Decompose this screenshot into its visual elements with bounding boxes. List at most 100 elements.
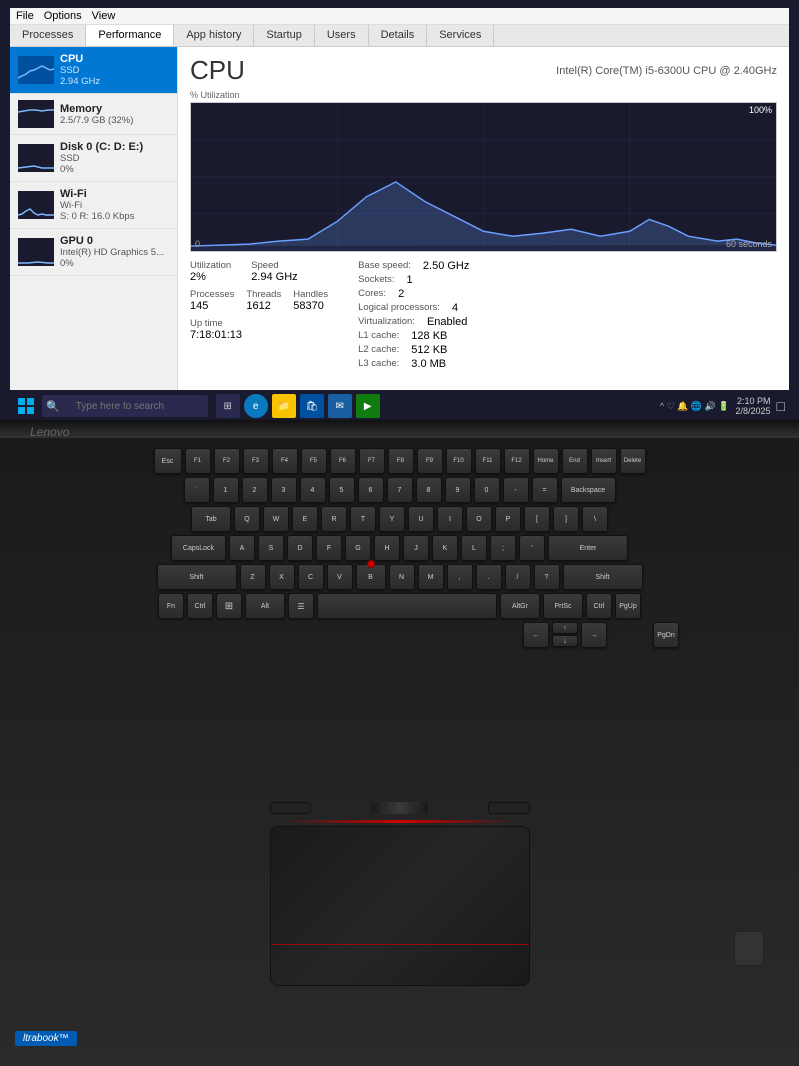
key-compose[interactable]: ☰ [288,593,314,619]
key-period[interactable]: . [476,564,502,590]
key-enter[interactable]: Enter [548,535,628,561]
menu-view[interactable]: View [92,10,116,22]
key-capslock[interactable]: CapsLock [171,535,226,561]
key-fn7[interactable]: F7 [359,448,385,474]
touchpad[interactable] [270,826,530,986]
explorer-icon[interactable]: 📁 [272,394,296,418]
key-esc[interactable]: Esc [154,448,182,474]
key-equals[interactable]: = [532,477,558,503]
key-alt-left[interactable]: Alt [245,593,285,619]
key-fn1[interactable]: F1 [185,448,211,474]
key-fn[interactable]: Fn [158,593,184,619]
key-pgdn[interactable]: PgDn [653,622,679,648]
search-input[interactable] [68,395,208,417]
key-rbracket[interactable]: ] [553,506,579,532]
key-5[interactable]: 5 [329,477,355,503]
key-0[interactable]: 0 [474,477,500,503]
tab-startup[interactable]: Startup [254,25,314,46]
key-a[interactable]: A [229,535,255,561]
key-7[interactable]: 7 [387,477,413,503]
key-delete[interactable]: Delete [620,448,646,474]
key-i[interactable]: I [437,506,463,532]
key-b-with-trackpoint[interactable]: B [356,564,386,590]
key-g[interactable]: G [345,535,371,561]
key-v[interactable]: V [327,564,353,590]
key-fn10[interactable]: F10 [446,448,472,474]
sidebar-item-disk[interactable]: Disk 0 (C: D: E:) SSD 0% [10,135,177,182]
key-o[interactable]: O [466,506,492,532]
key-fn12[interactable]: F12 [504,448,530,474]
search-bar[interactable]: 🔍 [42,395,208,417]
key-ctrl-left[interactable]: Ctrl [187,593,213,619]
key-fn8[interactable]: F8 [388,448,414,474]
key-9[interactable]: 9 [445,477,471,503]
key-s[interactable]: S [258,535,284,561]
key-1[interactable]: 1 [213,477,239,503]
key-y[interactable]: Y [379,506,405,532]
key-f[interactable]: F [316,535,342,561]
key-c[interactable]: C [298,564,324,590]
key-6[interactable]: 6 [358,477,384,503]
key-backtick[interactable]: ` [184,477,210,503]
key-e[interactable]: E [292,506,318,532]
store-icon[interactable]: 🛍 [300,394,324,418]
key-arrow-up[interactable]: ↑ [552,622,578,634]
key-win[interactable]: ⊞ [216,593,242,619]
key-ctrl-right[interactable]: Ctrl [586,593,612,619]
key-home[interactable]: Home [533,448,559,474]
key-space[interactable] [317,593,497,619]
menu-file[interactable]: File [16,10,34,22]
key-fn4[interactable]: F4 [272,448,298,474]
tab-processes[interactable]: Processes [10,25,86,46]
key-u[interactable]: U [408,506,434,532]
touchpad-left-button[interactable] [270,802,311,814]
key-j[interactable]: J [403,535,429,561]
key-fn2[interactable]: F2 [214,448,240,474]
key-fn5[interactable]: F5 [301,448,327,474]
touchpad-right-button[interactable] [488,802,529,814]
key-w[interactable]: W [263,506,289,532]
sidebar-item-wifi[interactable]: Wi-Fi Wi-Fi S: 0 R: 16.0 Kbps [10,182,177,229]
key-insert[interactable]: Insert [591,448,617,474]
key-l[interactable]: L [461,535,487,561]
key-backslash[interactable]: \ [582,506,608,532]
tab-services[interactable]: Services [427,25,494,46]
key-quote[interactable]: ' [519,535,545,561]
sidebar-item-gpu[interactable]: GPU 0 Intel(R) HD Graphics 5... 0% [10,229,177,276]
key-4[interactable]: 4 [300,477,326,503]
edge-icon[interactable]: e [244,394,268,418]
menu-options[interactable]: Options [44,10,82,22]
key-comma[interactable]: , [447,564,473,590]
key-altgr[interactable]: AltGr [500,593,540,619]
key-arrow-right[interactable]: → [581,622,607,648]
key-h[interactable]: H [374,535,400,561]
key-fn9[interactable]: F9 [417,448,443,474]
key-arrow-down[interactable]: ↓ [552,635,578,647]
tab-app-history[interactable]: App history [174,25,254,46]
key-x[interactable]: X [269,564,295,590]
start-button[interactable] [14,394,38,418]
key-3[interactable]: 3 [271,477,297,503]
key-fn11[interactable]: F11 [475,448,501,474]
key-semicolon[interactable]: ; [490,535,516,561]
key-lbracket[interactable]: [ [524,506,550,532]
key-question[interactable]: ? [534,564,560,590]
key-r[interactable]: R [321,506,347,532]
key-t[interactable]: T [350,506,376,532]
touchpad-center-button[interactable]: · · · · · · · · [371,802,429,814]
trackpoint[interactable] [367,560,375,568]
key-shift-right[interactable]: Shift [563,564,643,590]
key-slash[interactable]: / [505,564,531,590]
mail-icon[interactable]: ✉ [328,394,352,418]
key-prtsc[interactable]: PrtSc [543,593,583,619]
key-n[interactable]: N [389,564,415,590]
notification-icon[interactable]: □ [777,398,785,414]
key-tab[interactable]: Tab [191,506,231,532]
key-2[interactable]: 2 [242,477,268,503]
sidebar-item-cpu[interactable]: CPU SSD 2.94 GHz [10,47,177,94]
key-fn3[interactable]: F3 [243,448,269,474]
key-pgup[interactable]: PgUp [615,593,641,619]
key-k[interactable]: K [432,535,458,561]
tab-users[interactable]: Users [315,25,369,46]
key-q[interactable]: Q [234,506,260,532]
